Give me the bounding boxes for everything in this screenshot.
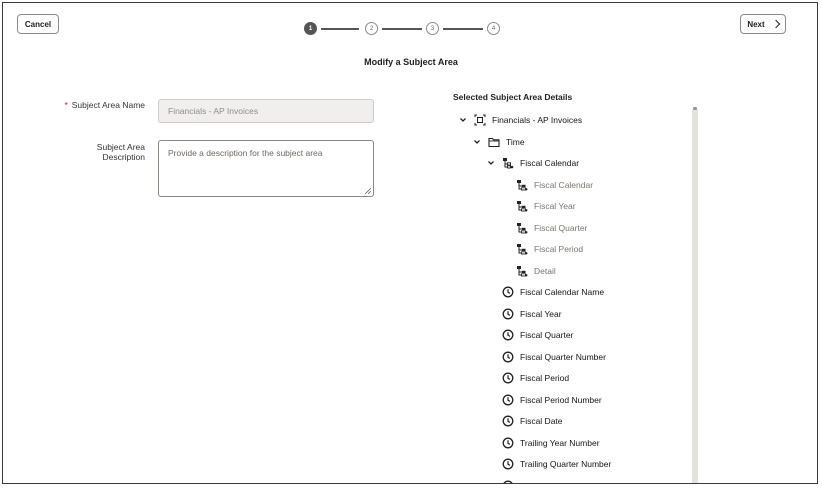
folder-icon: [488, 136, 500, 148]
tree-node[interactable]: Fiscal Calendar: [486, 156, 579, 170]
tree-node-label: Fiscal Calendar: [520, 158, 580, 168]
step-4[interactable]: 4: [487, 22, 500, 35]
tree-node-label: Fiscal Quarter: [534, 222, 588, 233]
cancel-button[interactable]: Cancel: [17, 14, 59, 34]
tree-node-label: Time: [506, 136, 525, 147]
tree-node[interactable]: Fiscal Calendar Name: [502, 285, 604, 299]
tree-node[interactable]: Fiscal Quarter: [502, 328, 573, 342]
tree-node-label: Trailing Quarter Number: [520, 459, 612, 469]
subject-area-description-label: Subject Area Description: [43, 142, 145, 162]
description-label-line-1: Subject Area: [96, 142, 145, 152]
clock-icon: [502, 351, 514, 363]
chevron-down-icon[interactable]: [486, 158, 496, 168]
page-title: Modify a Subject Area: [364, 57, 458, 67]
tree-node[interactable]: Fiscal Year: [516, 199, 576, 213]
tree-node-label: Fiscal Period: [520, 373, 570, 383]
tree-node[interactable]: Detail: [516, 264, 556, 278]
next-button[interactable]: Next: [740, 14, 786, 34]
tree-node[interactable]: Fiscal Year: [502, 307, 562, 321]
tree-node[interactable]: Fiscal Period: [516, 242, 583, 256]
tree-node-label: Fiscal Quarter: [520, 330, 574, 340]
tree-node-label: Fiscal Quarter Number: [520, 351, 606, 362]
tree-node[interactable]: Trailing Quarter Number: [502, 457, 611, 471]
chevron-down-icon[interactable]: [472, 137, 482, 147]
chevron-down-icon[interactable]: [458, 115, 468, 125]
tree-node-label: Fiscal Year: [520, 308, 562, 319]
clock-icon: [502, 286, 514, 298]
clock-icon: [502, 458, 514, 470]
clock-icon: [502, 394, 514, 406]
tree-node-label: Trailing Period Number: [520, 481, 607, 484]
clock-icon: [502, 308, 514, 320]
tree-node[interactable]: Trailing Year Number: [502, 436, 600, 450]
tree-node[interactable]: Fiscal Calendar: [516, 178, 593, 192]
subject-area-icon: [474, 114, 486, 126]
level-icon: [516, 179, 528, 191]
scroll-up-arrow[interactable]: [693, 107, 697, 110]
next-button-label: Next: [747, 19, 765, 29]
tree-node-label: Detail: [534, 265, 556, 276]
tree-node[interactable]: Financials - AP Invoices: [458, 113, 582, 127]
step-3[interactable]: 3: [426, 22, 439, 35]
wizard-stepper: 1 2 3 4: [304, 22, 500, 36]
description-placeholder: Provide a description for the subject ar…: [168, 148, 323, 158]
level-icon: [516, 265, 528, 277]
step-2[interactable]: 2: [365, 22, 378, 35]
description-label-line-2: Description: [102, 152, 145, 162]
step-2-number: 2: [369, 25, 374, 32]
clock-icon: [502, 372, 514, 384]
step-1-number: 1: [308, 25, 313, 32]
chevron-right-icon: [771, 19, 780, 29]
subject-area-name-value: Financials - AP Invoices: [168, 106, 259, 116]
clock-icon: [502, 415, 514, 427]
tree-node-label: Fiscal Year: [534, 201, 576, 211]
clock-icon: [502, 329, 514, 341]
tree-node-label: Fiscal Calendar Name: [520, 287, 605, 297]
resize-handle-icon[interactable]: [364, 187, 371, 194]
wizard-panel: Cancel 1 2 3 4 Next Modify a Subject Are…: [2, 2, 818, 484]
level-icon: [516, 200, 528, 212]
subject-area-name-label-text: Subject Area Name: [71, 100, 145, 110]
step-connector: [443, 28, 483, 30]
subject-area-name-label: * Subject Area Name: [43, 100, 145, 110]
step-3-number: 3: [430, 25, 435, 32]
step-connector: [382, 28, 422, 30]
tree-node[interactable]: Fiscal Date: [502, 414, 563, 428]
step-4-number: 4: [491, 25, 496, 32]
tree-scrollbar[interactable]: [692, 108, 698, 483]
level-icon: [516, 243, 528, 255]
details-title: Selected Subject Area Details: [453, 92, 573, 102]
tree-node-label: Fiscal Calendar: [534, 179, 594, 190]
tree-node[interactable]: Time: [472, 135, 525, 149]
required-marker: *: [64, 100, 68, 110]
tree-node[interactable]: Trailing Period Number: [502, 479, 607, 484]
level-icon: [516, 222, 528, 234]
tree-node[interactable]: Fiscal Period: [502, 371, 569, 385]
step-connector: [321, 28, 359, 30]
tree-node-label: Fiscal Period: [534, 244, 584, 254]
subject-area-name-input[interactable]: Financials - AP Invoices: [158, 99, 374, 123]
tree-node[interactable]: Fiscal Quarter: [516, 221, 587, 235]
step-1[interactable]: 1: [304, 22, 317, 35]
subject-area-description-textarea[interactable]: Provide a description for the subject ar…: [158, 140, 374, 197]
tree-node-label: Fiscal Period Number: [520, 394, 602, 405]
tree-node[interactable]: Fiscal Quarter Number: [502, 350, 606, 364]
clock-icon: [502, 480, 514, 483]
tree-node-label: Financials - AP Invoices: [492, 115, 583, 125]
hierarchy-icon: [502, 157, 514, 169]
clock-icon: [502, 437, 514, 449]
cancel-button-label: Cancel: [24, 19, 52, 29]
tree-node-label: Trailing Year Number: [520, 437, 600, 448]
tree-node-label: Fiscal Date: [520, 416, 563, 426]
tree-node[interactable]: Fiscal Period Number: [502, 393, 602, 407]
